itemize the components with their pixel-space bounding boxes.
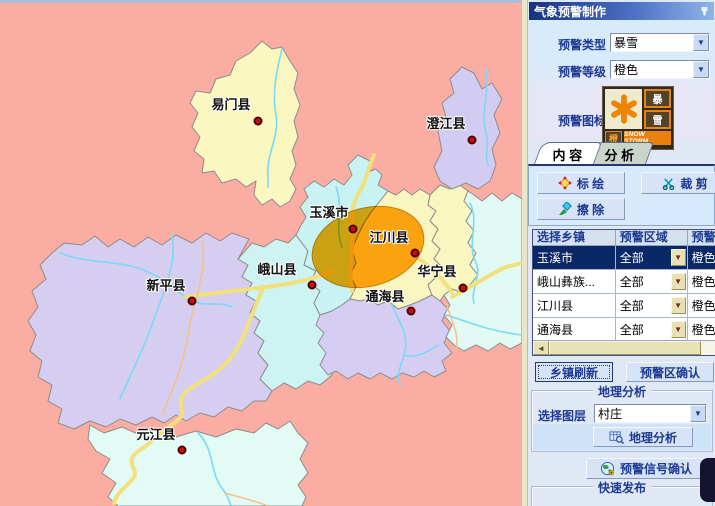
panel-title-bar: 气象预警制作 bbox=[529, 2, 714, 20]
county-label: 华宁县 bbox=[413, 261, 461, 280]
snow-storm-warning-icon: 暴 雪 橙 SNOW STORM bbox=[602, 86, 674, 150]
town-marker bbox=[179, 447, 186, 454]
town-marker bbox=[309, 282, 316, 289]
geo-analysis-button[interactable]: 地理分析 bbox=[593, 427, 693, 447]
map-canvas[interactable]: 易门县 澄江县 玉溪市 江川县 峨山县 华宁县 通海县 新平县 元江县 bbox=[0, 0, 522, 506]
scissors-icon bbox=[662, 177, 675, 190]
col-header-area: 预警区域 bbox=[616, 230, 688, 246]
town-marker bbox=[408, 308, 415, 315]
tab-content[interactable]: 内 容 bbox=[534, 142, 602, 164]
county-label: 江川县 bbox=[365, 227, 413, 246]
col-header-level: 预警等级 bbox=[688, 230, 715, 246]
geo-analysis-group: 地理分析 选择图层 村庄 ▼ 地理分析 bbox=[531, 390, 713, 452]
warning-panel: 气象预警制作 预警类型 暴雪 ▼ 预警等级 橙色 ▼ 预警图标 暴 雪 bbox=[528, 0, 715, 506]
layer-select[interactable]: 村庄 ▼ bbox=[594, 404, 707, 423]
scrollbar-thumb[interactable] bbox=[549, 341, 701, 355]
warning-level-label: 预警等级 bbox=[558, 63, 606, 80]
map-svg bbox=[0, 3, 522, 506]
icon-char-bottom: 雪 bbox=[644, 110, 671, 129]
geo-group-title: 地理分析 bbox=[593, 383, 651, 400]
town-marker bbox=[255, 118, 262, 125]
geo-analysis-icon bbox=[609, 431, 624, 444]
warning-area-confirm-button[interactable]: 预警区确认 bbox=[626, 362, 714, 382]
warning-type-value: 暴雪 bbox=[611, 34, 693, 51]
globe-icon bbox=[600, 461, 615, 476]
icon-char-top: 暴 bbox=[644, 89, 671, 108]
area-dropdown-icon[interactable]: ▼ bbox=[671, 273, 686, 290]
town-marker bbox=[469, 137, 476, 144]
layer-select-label: 选择图层 bbox=[538, 407, 586, 424]
snowflake-icon bbox=[605, 89, 642, 129]
table-header: 选择乡镇 预警区域 预警等级 bbox=[533, 230, 715, 246]
county-label: 通海县 bbox=[361, 286, 409, 305]
area-dropdown-icon[interactable]: ▼ bbox=[671, 297, 686, 314]
plot-icon bbox=[558, 176, 572, 190]
township-table: 选择乡镇 预警区域 预警等级 玉溪市 全部▼ 橙色 峨山彝族... 全部▼ 橙色… bbox=[532, 229, 715, 356]
plot-button[interactable]: 标 绘 bbox=[537, 172, 625, 194]
county-label: 澄江县 bbox=[422, 113, 470, 132]
geo-button-strip: 地理分析 bbox=[533, 424, 711, 450]
table-row[interactable]: 江川县 全部▼ 橙色 bbox=[533, 294, 715, 318]
scrollbar-track[interactable] bbox=[701, 341, 715, 355]
county-label: 玉溪市 bbox=[305, 202, 353, 221]
warning-type-select[interactable]: 暴雪 ▼ bbox=[610, 33, 710, 52]
county-shape-yimen bbox=[190, 41, 300, 207]
weather-warning-app: 易门县 澄江县 玉溪市 江川县 峨山县 华宁县 通海县 新平县 元江县 气象预警… bbox=[0, 0, 715, 506]
area-dropdown-icon[interactable]: ▼ bbox=[671, 321, 686, 338]
county-label: 新平县 bbox=[142, 275, 190, 294]
eraser-icon bbox=[558, 202, 572, 216]
erase-button[interactable]: 擦 除 bbox=[537, 198, 625, 220]
warning-type-label: 预警类型 bbox=[558, 36, 606, 53]
chevron-down-icon[interactable]: ▼ bbox=[693, 61, 709, 78]
county-label: 峨山县 bbox=[253, 259, 301, 278]
analysis-tools: 标 绘 裁 剪 擦 除 bbox=[528, 164, 715, 226]
warning-icon-label: 预警图标 bbox=[558, 112, 606, 129]
chevron-down-icon[interactable]: ▼ bbox=[693, 34, 709, 51]
chevron-down-icon[interactable]: ▼ bbox=[690, 405, 706, 422]
town-marker bbox=[460, 285, 467, 292]
quick-publish-title: 快速发布 bbox=[593, 479, 651, 496]
warning-level-select[interactable]: 橙色 ▼ bbox=[610, 60, 710, 79]
warning-signal-confirm-button[interactable]: 预警信号确认 bbox=[586, 458, 706, 479]
county-label: 易门县 bbox=[207, 94, 255, 113]
warning-level-value: 橙色 bbox=[611, 61, 693, 78]
panel-title: 气象预警制作 bbox=[534, 3, 606, 20]
table-row[interactable]: 峨山彝族... 全部▼ 橙色 bbox=[533, 270, 715, 294]
layer-value: 村庄 bbox=[595, 405, 690, 422]
area-dropdown-icon[interactable]: ▼ bbox=[671, 249, 686, 266]
pin-icon[interactable] bbox=[700, 6, 709, 17]
scroll-left-icon[interactable]: ◄ bbox=[533, 341, 549, 355]
quick-publish-group: 快速发布 bbox=[531, 486, 713, 506]
panel-tabs: 内 容 分 析 bbox=[538, 142, 649, 164]
clip-button[interactable]: 裁 剪 bbox=[641, 172, 715, 194]
table-row[interactable]: 通海县 全部▼ 橙色 bbox=[533, 318, 715, 342]
background-window-fragment bbox=[700, 458, 715, 502]
town-marker bbox=[189, 298, 196, 305]
table-row[interactable]: 玉溪市 全部▼ 橙色 bbox=[533, 246, 715, 270]
horizontal-scrollbar[interactable]: ◄ bbox=[533, 340, 715, 355]
col-header-town: 选择乡镇 bbox=[533, 230, 616, 246]
county-label: 元江县 bbox=[132, 424, 180, 443]
township-refresh-button[interactable]: 乡镇刷新 bbox=[535, 362, 613, 382]
